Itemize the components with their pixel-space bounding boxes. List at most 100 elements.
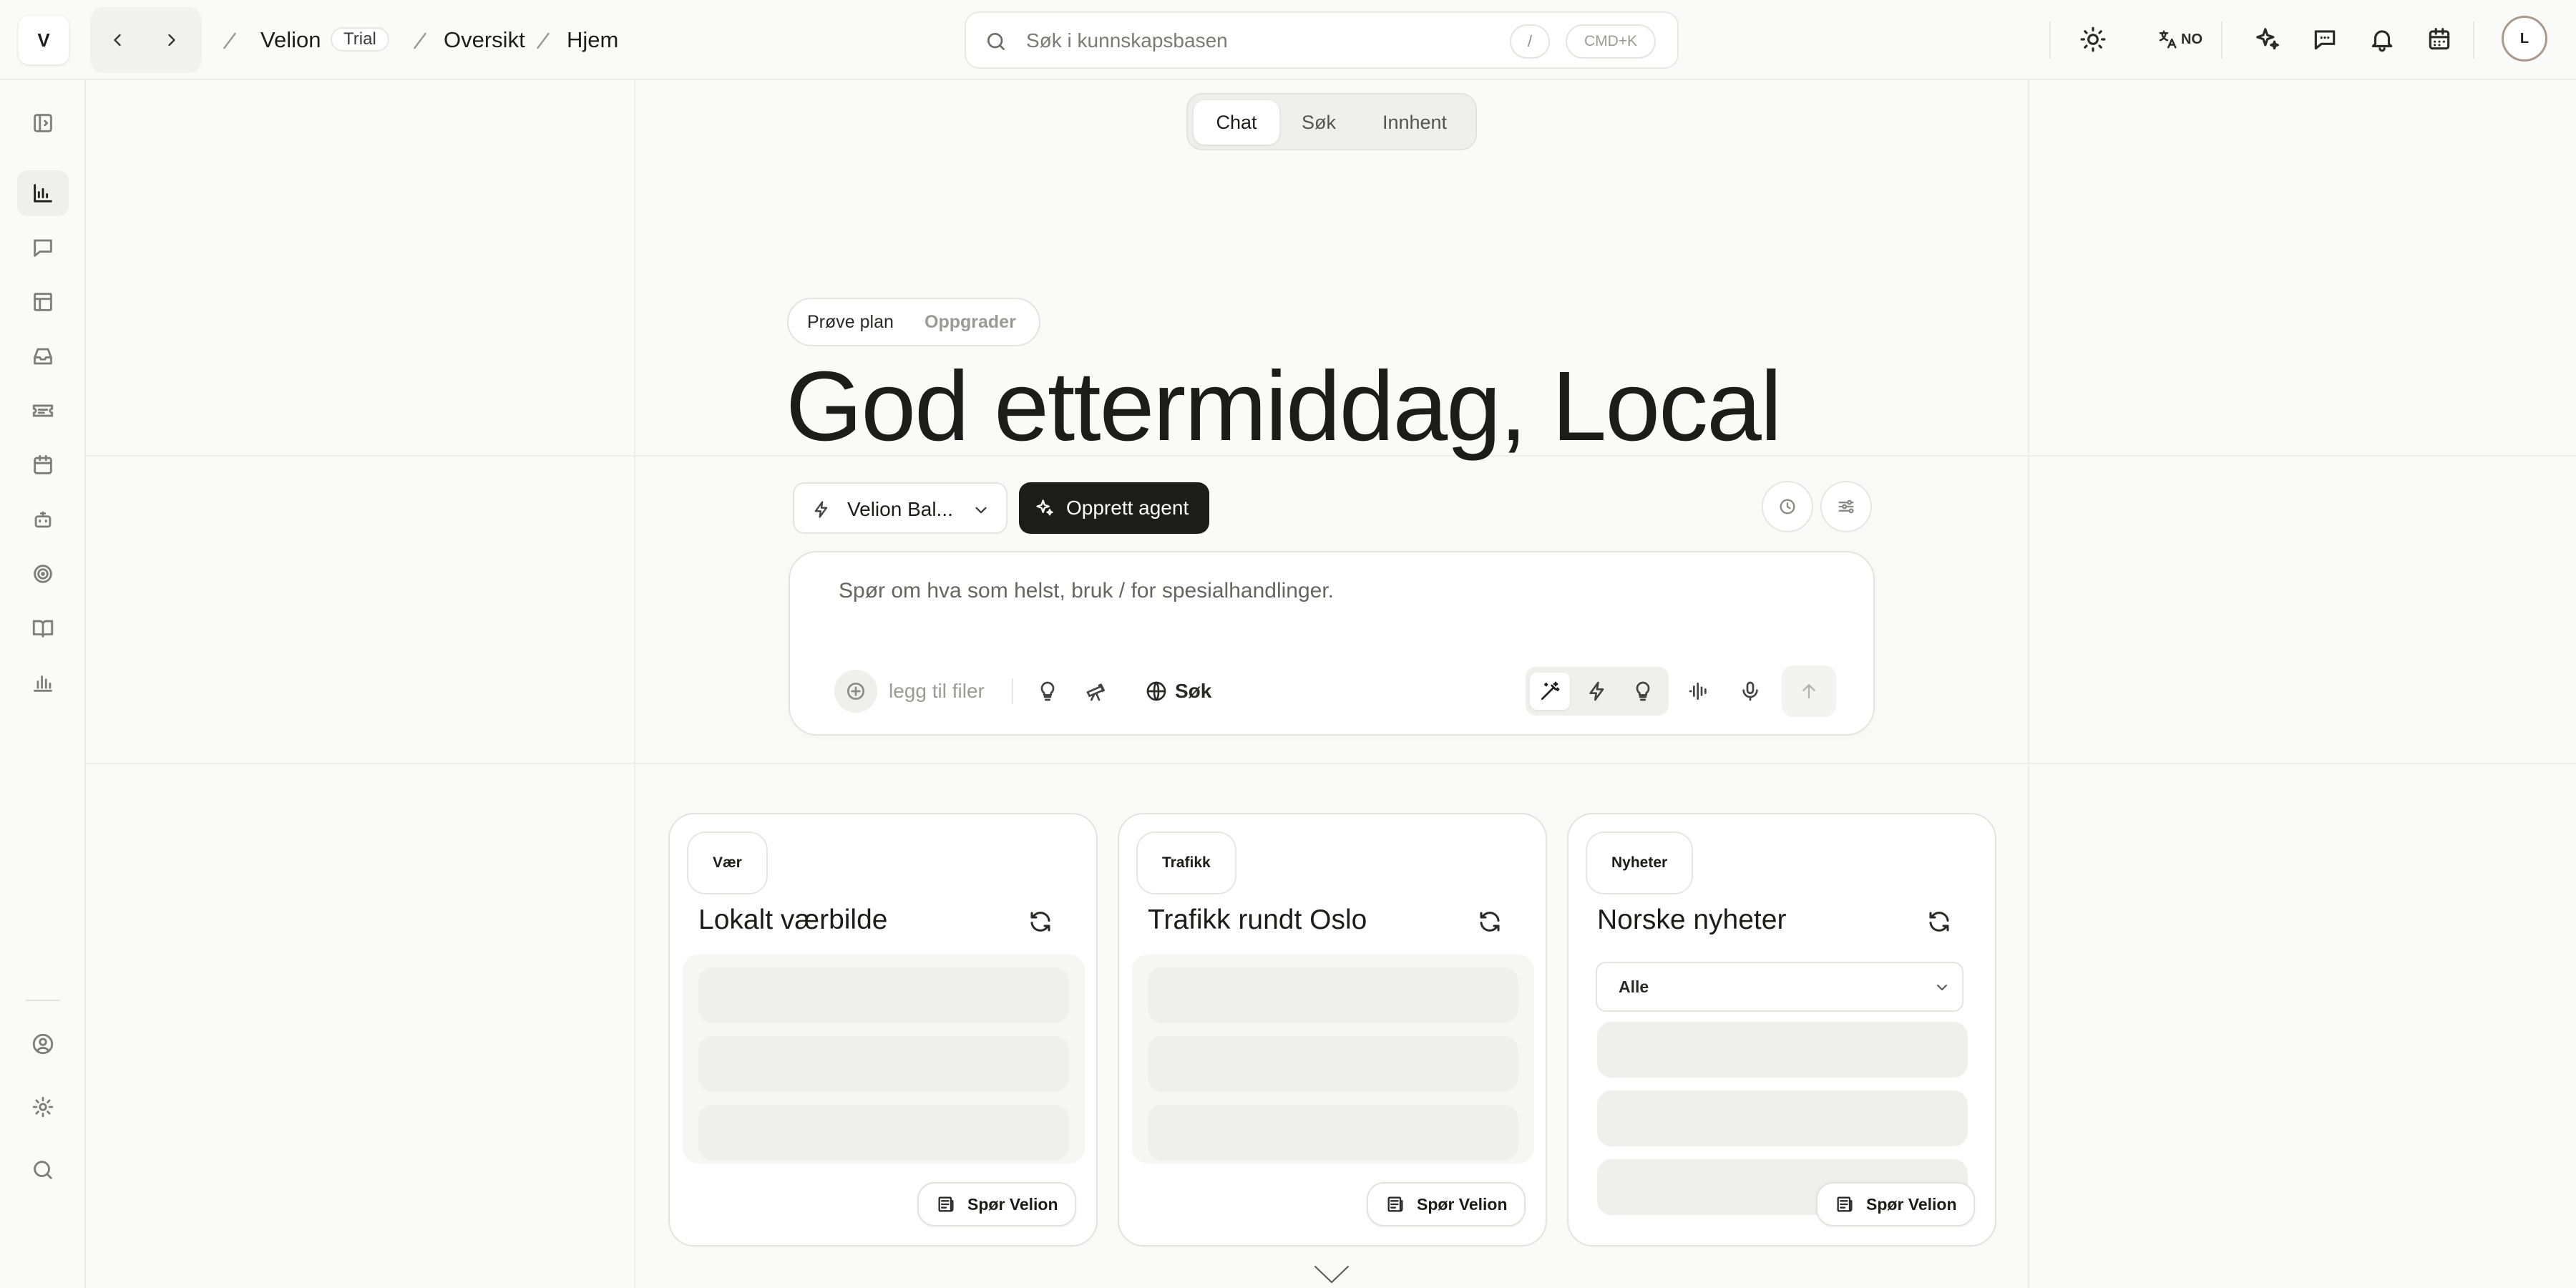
mode-think-button[interactable]	[1623, 673, 1663, 710]
web-search-button[interactable]: Søk	[1145, 677, 1211, 706]
user-avatar[interactable]: L	[2502, 16, 2547, 62]
send-button[interactable]	[1782, 665, 1836, 717]
mode-auto-button[interactable]	[1530, 673, 1570, 710]
calendar-button[interactable]	[2426, 26, 2453, 53]
web-search-label: Søk	[1175, 680, 1212, 702]
sidebar-item-agents[interactable]	[17, 497, 69, 542]
sidebar-item-chat[interactable]	[17, 225, 69, 270]
upgrade-link[interactable]: Oppgrader	[924, 312, 1016, 333]
shortcut-slash-hint: /	[1510, 24, 1550, 59]
news-filter-value: Alle	[1619, 977, 1649, 996]
forward-button[interactable]	[162, 30, 182, 50]
theme-toggle-button[interactable]	[2079, 26, 2107, 53]
skeleton-row	[698, 1036, 1069, 1092]
card-title: Trafikk rundt Oslo	[1148, 904, 1367, 935]
app-logo[interactable]: V	[19, 16, 69, 64]
message-square-icon	[34, 239, 52, 257]
sun-icon	[2080, 26, 2106, 52]
plan-badge: Trial	[331, 27, 389, 52]
chat-composer: legg til filer Søk	[789, 551, 1875, 736]
sidebar-item-knowledge[interactable]	[17, 605, 69, 651]
sidebar-toggle[interactable]	[17, 100, 69, 146]
sidebar-item-search[interactable]	[17, 1147, 69, 1193]
audio-wave-icon	[1689, 683, 1707, 700]
voice-mode-button[interactable]	[1687, 680, 1710, 703]
refresh-button[interactable]	[1477, 909, 1503, 935]
breadcrumb-section[interactable]: Oversikt	[444, 24, 525, 56]
search-input[interactable]	[1026, 26, 1427, 56]
sidebar-item-inbox[interactable]	[17, 333, 69, 379]
prompt-input[interactable]	[839, 575, 1697, 607]
sparkles-icon	[1035, 498, 1055, 518]
notifications-button[interactable]	[2368, 26, 2396, 53]
traffic-card: Trafikk Trafikk rundt Oslo Spør Velion	[1118, 813, 1547, 1246]
chat-bubble-icon	[2314, 30, 2336, 50]
slash-icon	[414, 32, 426, 49]
bolt-icon	[1589, 681, 1604, 701]
newspaper-icon	[1837, 1196, 1853, 1212]
create-agent-button[interactable]: Opprett agent	[1019, 482, 1209, 534]
ideas-button[interactable]	[1036, 680, 1059, 703]
slash-icon	[223, 32, 236, 49]
mode-fast-button[interactable]	[1577, 673, 1617, 710]
sidebar-item-settings[interactable]	[17, 1084, 69, 1130]
bell-icon	[2371, 30, 2393, 52]
chevron-down-icon	[972, 501, 990, 519]
greeting-heading: God ettermiddag, Local	[786, 351, 1782, 462]
ask-velion-button[interactable]: Spør Velion	[1367, 1182, 1526, 1226]
composer-settings-button[interactable]	[1820, 481, 1872, 532]
settings-icon	[32, 1096, 54, 1118]
sidebar-item-analytics[interactable]	[17, 660, 69, 706]
plan-pill: Prøve plan Oppgrader	[787, 298, 1040, 346]
skeleton-row	[1148, 1036, 1518, 1092]
translate-icon	[2159, 30, 2177, 49]
back-button[interactable]	[107, 30, 127, 50]
sidebar-item-calendar[interactable]	[17, 442, 69, 488]
toolbar-divider	[2049, 21, 2051, 59]
lightbulb-icon	[1636, 681, 1650, 701]
skeleton-row	[1597, 1022, 1968, 1078]
breadcrumb-workspace[interactable]: Velion	[260, 24, 321, 56]
card-title: Norske nyheter	[1597, 904, 1787, 935]
refresh-icon	[1030, 912, 1050, 932]
sidebar-item-tickets[interactable]	[17, 388, 69, 434]
skeleton-row	[698, 967, 1069, 1023]
book-open-icon	[32, 620, 54, 638]
tab-search[interactable]: Søk	[1281, 100, 1357, 145]
shortcut-cmdk-hint: CMD+K	[1566, 24, 1656, 59]
model-name: Velion Bal...	[847, 498, 953, 520]
messages-button[interactable]	[2311, 26, 2338, 53]
ask-velion-label: Spør Velion	[1866, 1194, 1957, 1214]
bar-chart-icon	[34, 675, 52, 692]
news-card: Nyheter Norske nyheter Alle Spør Velion	[1567, 813, 1996, 1246]
calendar-icon	[2429, 28, 2450, 50]
news-filter-select[interactable]: Alle	[1596, 962, 1963, 1012]
knowledge-search[interactable]: / CMD+K	[965, 11, 1679, 69]
microphone-icon	[1742, 681, 1758, 701]
refresh-button[interactable]	[1028, 909, 1053, 935]
sidebar-item-tables[interactable]	[17, 279, 69, 325]
newspaper-icon	[938, 1196, 954, 1212]
skeleton-row	[698, 1105, 1069, 1161]
model-selector[interactable]: Velion Bal...	[793, 482, 1008, 534]
ask-velion-button[interactable]: Spør Velion	[917, 1182, 1076, 1226]
scroll-down-button[interactable]	[1312, 1264, 1351, 1285]
create-agent-label: Opprett agent	[1066, 497, 1189, 519]
sidebar-item-dashboard[interactable]	[17, 170, 69, 216]
ticket-icon	[32, 404, 54, 417]
language-button[interactable]: NO	[2157, 26, 2202, 53]
history-button[interactable]	[1762, 481, 1813, 532]
ai-sparkles-button[interactable]	[2254, 26, 2281, 53]
microphone-button[interactable]	[1739, 680, 1762, 703]
tab-chat[interactable]: Chat	[1194, 100, 1279, 145]
clock-icon	[1780, 499, 1795, 514]
sidebar-item-goals[interactable]	[17, 551, 69, 597]
sidebar-item-profile[interactable]	[17, 1021, 69, 1067]
breadcrumb-separator	[532, 30, 554, 52]
ask-velion-button[interactable]: Spør Velion	[1816, 1182, 1975, 1226]
response-mode-group	[1526, 667, 1669, 716]
attach-files-button[interactable]: legg til filer	[834, 670, 985, 713]
refresh-button[interactable]	[1926, 909, 1952, 935]
tab-fetch[interactable]: Innhent	[1360, 100, 1470, 145]
explore-button[interactable]	[1085, 680, 1108, 703]
